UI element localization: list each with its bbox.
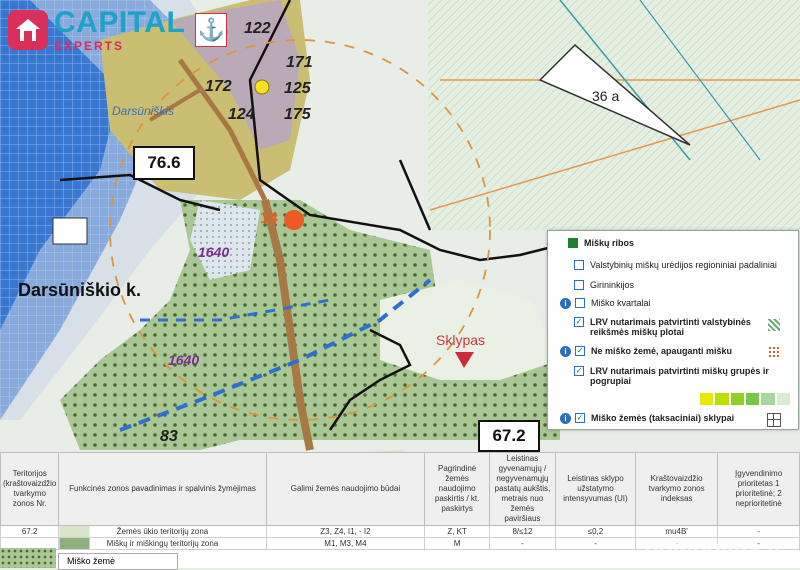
info-icon[interactable]: i	[560, 413, 571, 424]
plot-number-171: 171	[286, 54, 313, 71]
village-label: Darsūniškio k.	[18, 280, 142, 300]
checkbox-icon[interactable]	[574, 280, 584, 290]
checkbox-icon[interactable]: ✓	[574, 317, 584, 327]
bottom-left-swatch	[0, 548, 56, 568]
plot-number-175: 175	[284, 106, 311, 123]
group-swatch-1	[700, 393, 714, 405]
plot-number-1640-a: 1640	[198, 244, 230, 260]
dot-swatch	[768, 346, 780, 358]
plot-number-14: 14	[260, 210, 278, 227]
table-header: Galimi žemės naudojimo būdai	[265, 452, 426, 526]
plot-label: Sklypas	[436, 332, 486, 348]
table-header: Leistinas gyvenamųjų / negyvenamųjų past…	[488, 452, 556, 526]
table-header: Pagrindinė žemės naudojimo paskirtis / k…	[424, 452, 490, 526]
grid-swatch	[767, 413, 781, 427]
plot-number-124: 124	[228, 106, 255, 123]
plot-number-172: 172	[205, 78, 232, 95]
hatch-swatch	[768, 319, 780, 331]
checkbox-icon[interactable]: ✓	[574, 366, 584, 376]
legend-title: Miškų ribos	[584, 238, 635, 248]
zone-label-67-2: 67.2	[478, 420, 540, 452]
brand-logo[interactable]: CAPITAL EXPERTS ⚓	[8, 6, 228, 53]
checkbox-icon[interactable]	[574, 260, 584, 270]
table-header: Kraštovaizdžio tvarkymo zonos indeksas	[635, 452, 719, 526]
info-icon[interactable]: i	[560, 346, 571, 357]
group-swatch-4	[745, 393, 760, 405]
legend-item-3[interactable]: i Miško kvartalai	[560, 298, 800, 309]
legend-item-5[interactable]: i ✓ Ne miško žemė, apauganti mišku	[560, 346, 800, 357]
info-icon[interactable]: i	[560, 298, 571, 309]
table-header: Leistinas sklypo užstatymo intensyvumas …	[554, 452, 637, 526]
table-header: Įgyvendinimo prioritetas 1 prioritetinė;…	[717, 452, 800, 526]
layer-legend-panel: Miškų ribos Valstybinių miškų urėdijos r…	[547, 230, 799, 430]
legend-item-7[interactable]: i ✓ Miško žemės (taksaciniai) sklypai	[560, 413, 800, 424]
plot-number-125: 125	[284, 80, 311, 97]
checkbox-icon[interactable]: ✓	[575, 413, 585, 423]
group-swatch-3	[730, 393, 744, 405]
zone-label-76-6: 76.6	[133, 146, 195, 180]
checkbox-icon[interactable]	[575, 298, 585, 308]
brand-sub: EXPERTS	[54, 39, 125, 53]
legend-item-6[interactable]: ✓ LRV nutarimais patvirtinti miškų grupė…	[574, 366, 774, 386]
group-swatch-6	[776, 393, 790, 405]
watermark: domoplius.lt	[645, 535, 782, 560]
house-icon	[8, 10, 48, 50]
group-swatches	[700, 393, 790, 405]
anchor-icon: ⚓	[195, 13, 228, 47]
forest-land-label: Miško žemė	[58, 553, 178, 570]
area-36a-label: 36 a	[592, 88, 620, 104]
legend-title-row[interactable]: Miškų ribos	[568, 238, 800, 248]
legend-item-1[interactable]: Valstybinių miškų urėdijos regioniniai p…	[574, 260, 800, 270]
checkbox-icon[interactable]: ✓	[575, 346, 585, 356]
legend-item-4[interactable]: ✓ LRV nutarimais patvirtinti valstybinės…	[574, 317, 754, 337]
plot-number-83: 83	[160, 428, 178, 445]
table-header: Teritorijos (kraštovaizdžio tvarkymo zon…	[0, 452, 60, 526]
village-label-faint: Darsūniškis	[112, 104, 175, 118]
plot-number-1640-b: 1640	[168, 352, 200, 368]
group-swatch-2	[715, 393, 729, 405]
group-swatch-5	[761, 393, 775, 405]
table-header: Funkcinės zonos pavadinimas ir spalvinis…	[58, 452, 267, 526]
legend-item-2[interactable]: Girininkijos	[574, 280, 800, 290]
brand-name: CAPITAL	[54, 6, 186, 39]
checkbox-icon[interactable]	[568, 238, 578, 248]
marker-orange	[284, 210, 304, 230]
plot-number-122: 122	[244, 20, 271, 37]
